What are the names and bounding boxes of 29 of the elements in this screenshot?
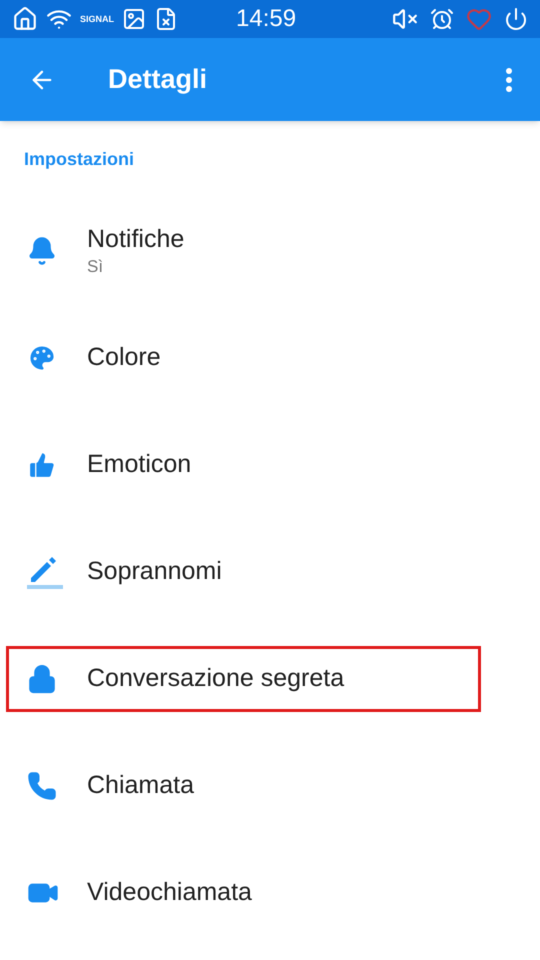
settings-row[interactable]: Notifiche Sì	[6, 218, 534, 284]
alarm-icon	[430, 7, 454, 31]
signal-label: SIGNAL	[80, 14, 114, 24]
screen-title: Dettagli	[108, 63, 208, 96]
phone-icon	[27, 770, 57, 800]
power-icon	[504, 7, 528, 31]
more-icon	[506, 68, 512, 92]
heart-icon	[466, 6, 492, 32]
row-title: Notifiche	[87, 224, 184, 256]
row-title: Conversazione segreta	[87, 662, 344, 694]
settings-row[interactable]: Conversazione segreta	[6, 646, 481, 712]
row-title: Chiamata	[87, 770, 194, 801]
row-title: Videochiamata	[87, 876, 252, 908]
row-title: Emoticon	[87, 448, 192, 480]
mute-icon	[392, 6, 418, 32]
clock: 14:59	[236, 4, 298, 34]
settings-row[interactable]: Colore	[6, 324, 534, 390]
settings-row[interactable]: Soprannomi	[6, 538, 534, 604]
row-title: Colore	[87, 342, 161, 373]
row-title: Soprannomi	[87, 556, 222, 587]
settings-row[interactable]: Chiamata	[6, 752, 534, 818]
section-header: Impostazioni	[24, 148, 134, 171]
lock-icon	[27, 664, 57, 694]
image-icon	[122, 7, 146, 31]
bell-icon	[27, 236, 57, 266]
settings-row[interactable]: Videochiamata	[6, 860, 534, 926]
home-icon	[12, 6, 38, 32]
settings-row[interactable]: Emoticon	[6, 432, 534, 498]
row-subtitle: Sì	[87, 256, 104, 277]
